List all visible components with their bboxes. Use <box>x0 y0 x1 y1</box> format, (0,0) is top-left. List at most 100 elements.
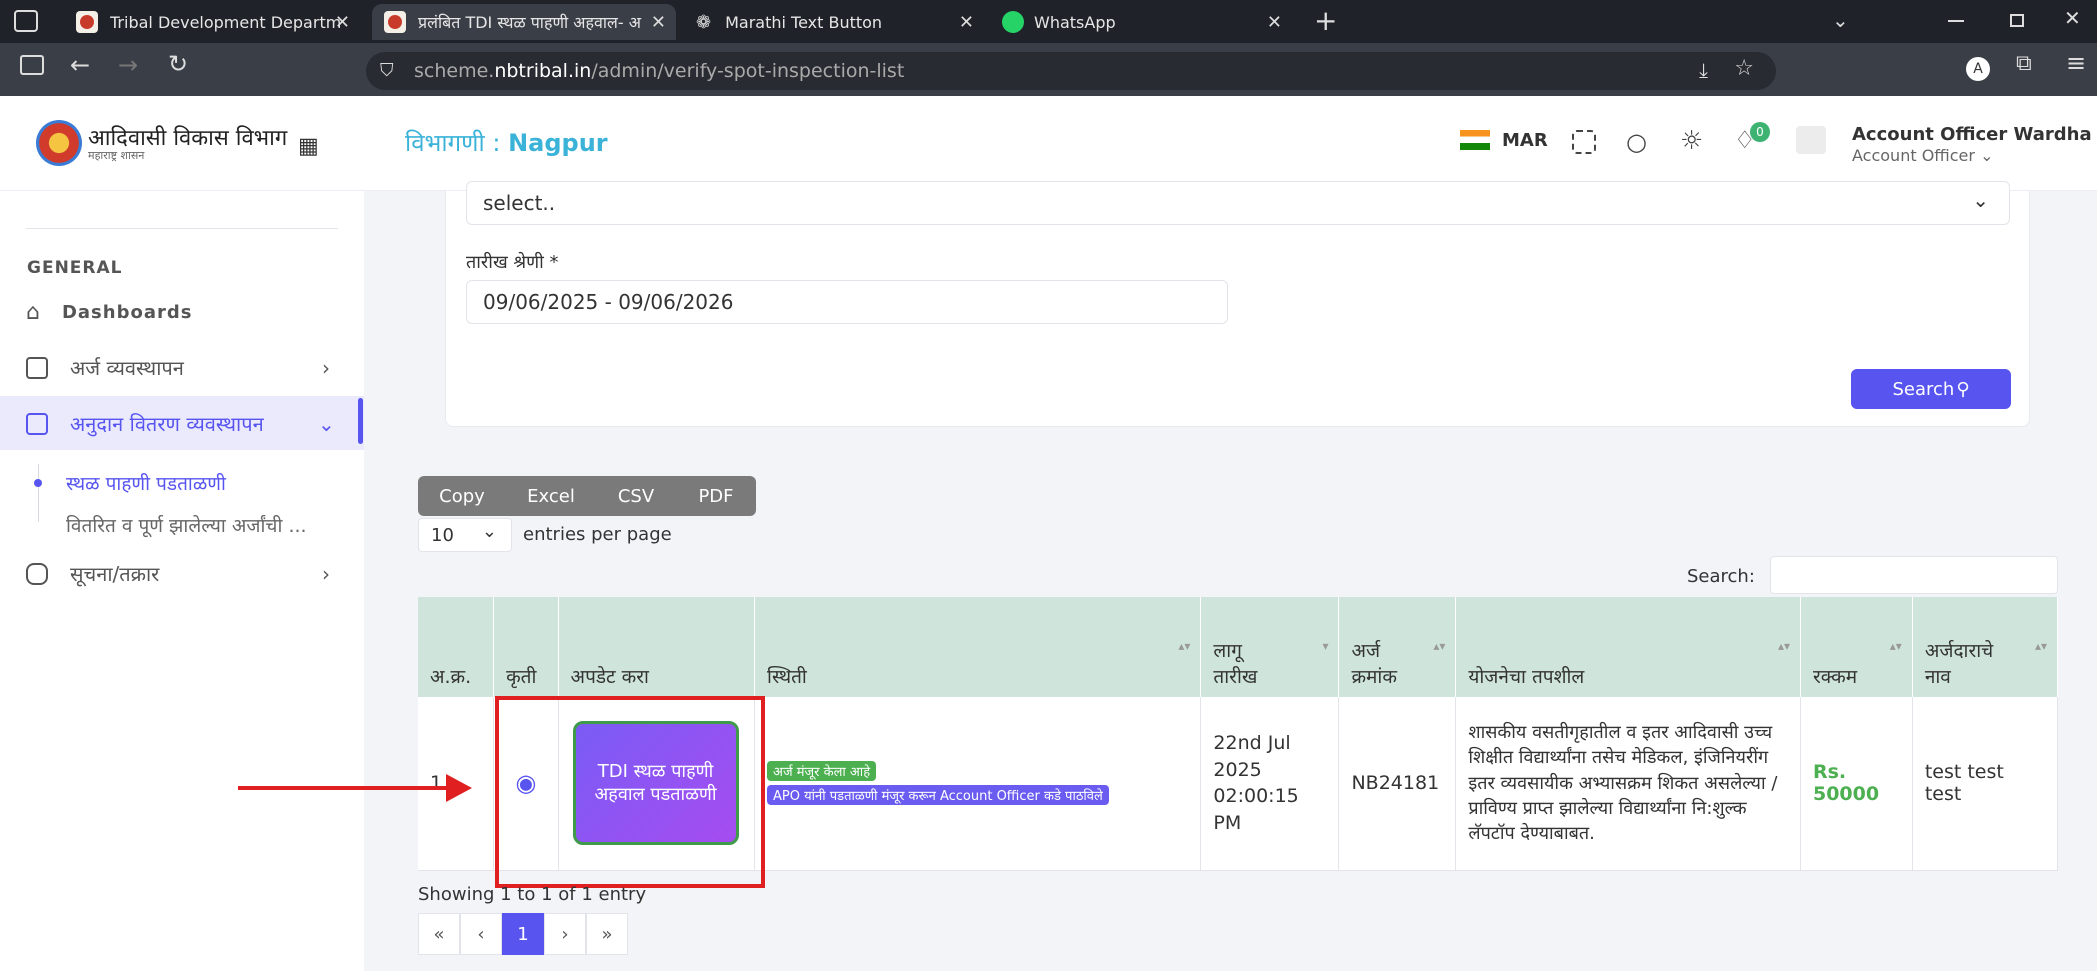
pagination-first[interactable]: « <box>418 913 460 955</box>
user-name: Account Officer Wardha <box>1852 124 2092 145</box>
sidebar-item-grant-distribution[interactable]: अनुदान वितरण व्यवस्थापन ⌄ <box>26 410 335 437</box>
entries-label: entries per page <box>523 524 672 545</box>
profile-avatar-icon[interactable]: A <box>1966 57 1990 81</box>
new-tab-button[interactable]: + <box>1314 4 1337 37</box>
sort-icon: ▴▾ <box>1889 639 1902 653</box>
pointer-arrow-head <box>446 774 472 802</box>
chevron-down-icon: ⌄ <box>481 521 497 542</box>
sort-icon: ▴▾ <box>1433 639 1446 653</box>
install-icon[interactable]: ⤓ <box>1699 58 1708 82</box>
india-flag-icon <box>1460 130 1490 150</box>
pointer-arrow-line <box>238 786 448 790</box>
tab-whatsapp[interactable]: WhatsApp ✕ <box>996 4 1292 40</box>
reload-icon[interactable]: ↻ <box>168 50 188 78</box>
language-selector[interactable]: MAR <box>1502 130 1548 151</box>
url-input[interactable]: ⛉ scheme. nbtribal.in/admin/verify-spot-i… <box>366 52 1776 90</box>
extensions-icon[interactable]: ⧉ <box>2016 51 2032 76</box>
table-search-input[interactable] <box>1770 556 2058 594</box>
sort-icon: ▾ <box>1322 639 1329 653</box>
bookmark-star-icon[interactable]: ☆ <box>1734 56 1754 81</box>
close-icon[interactable]: ✕ <box>335 12 350 33</box>
menu-icon[interactable]: ≡ <box>2066 49 2086 77</box>
search-button[interactable]: Search ⚲ <box>1851 369 2011 409</box>
user-avatar[interactable] <box>1796 126 1826 154</box>
close-icon[interactable]: ✕ <box>959 12 974 33</box>
pagination-page-1[interactable]: 1 <box>502 913 544 955</box>
grid-add-icon <box>26 412 48 435</box>
close-window-icon[interactable]: ✕ <box>2064 6 2081 30</box>
sidebar-item-dashboards[interactable]: ⌂ Dashboards <box>26 300 192 325</box>
logo-subtitle: महाराष्ट्र शासन <box>88 149 145 162</box>
col-header-status[interactable]: स्थिती ▴▾ <box>754 597 1202 697</box>
site-favicon-icon <box>384 11 406 33</box>
browser-tab-bar: Tribal Development Department ✕ प्रलंबित… <box>0 0 2097 43</box>
chevron-down-icon: ⌄ <box>318 411 335 436</box>
chevron-right-icon: › <box>322 355 330 380</box>
sidebar-section-title: GENERAL <box>27 258 123 278</box>
search-icon[interactable]: ○ <box>1626 128 1647 156</box>
close-icon[interactable]: ✕ <box>651 12 666 33</box>
col-header-update[interactable]: अपडेट करा <box>558 597 756 697</box>
tab-spot-inspection[interactable]: प्रलंबित TDI स्थळ पाहणी अहवाल- अ ✕ <box>372 4 676 40</box>
status-badge: APO यांनी पडताळणी मंजूर करून Account Off… <box>767 785 1109 806</box>
cell-amount: Rs. 50000 <box>1800 697 1913 871</box>
cell-date: 22nd Jul 2025 02:00:15 PM <box>1200 697 1340 871</box>
sidebar-item-application-management[interactable]: अर्ज व्यवस्थापन › <box>26 354 330 381</box>
date-range-input[interactable]: 09/06/2025 - 09/06/2026 <box>466 280 1228 324</box>
theme-toggle-icon[interactable]: ☼ <box>1680 126 1703 156</box>
excel-button[interactable]: Excel <box>506 476 596 516</box>
pdf-button[interactable]: PDF <box>676 476 756 516</box>
cell-scheme: शासकीय वसतीगृहातील व इतर आदिवासी उच्च शि… <box>1455 697 1801 871</box>
cell-app-no: NB24181 <box>1338 697 1457 871</box>
site-info-icon[interactable]: ⛉ <box>380 60 394 81</box>
back-icon[interactable]: ← <box>70 51 90 79</box>
copy-button[interactable]: Copy <box>418 476 506 516</box>
pagination-last[interactable]: » <box>586 913 628 955</box>
tab-search-chevron-icon[interactable]: ⌄ <box>1832 8 1849 32</box>
close-icon[interactable]: ✕ <box>1267 12 1282 33</box>
minimize-icon[interactable] <box>1948 20 1964 22</box>
sidebar-toggle-icon[interactable] <box>20 55 44 75</box>
col-header-applicant[interactable]: अर्जदाराचे नाव ▴▾ <box>1912 597 2059 697</box>
sidebar-active-marker <box>358 398 363 444</box>
restore-icon[interactable] <box>2010 14 2024 27</box>
sidebar-item-notice-complaint[interactable]: सूचना/तक्रार › <box>26 560 330 587</box>
tab-tribal-dept[interactable]: Tribal Development Department ✕ <box>64 4 360 40</box>
highlight-box <box>495 696 765 888</box>
table-search-label: Search: <box>1687 566 1755 587</box>
grid-add-icon <box>26 356 48 379</box>
cell-status: अर्ज मंजूर केला आहे APO यांनी पडताळणी मं… <box>754 697 1202 871</box>
inbox-icon <box>26 562 48 585</box>
sidebar-subitem-spot-inspection[interactable]: स्थळ पाहणी पडताळणी <box>66 470 226 496</box>
fullscreen-icon[interactable] <box>1572 130 1596 154</box>
col-header-index[interactable]: अ.क्र. <box>418 597 495 697</box>
app-grid-icon[interactable]: ▦ <box>298 134 319 159</box>
filter-select[interactable]: select.. ⌄ <box>466 181 2010 225</box>
pagination-prev[interactable]: ‹ <box>460 913 502 955</box>
status-badge: अर्ज मंजूर केला आहे <box>767 761 877 782</box>
user-role-dropdown[interactable]: Account Officer ⌄ <box>1852 146 1993 165</box>
csv-button[interactable]: CSV <box>596 476 676 516</box>
tab-overview-icon[interactable] <box>14 10 38 32</box>
col-header-app-no[interactable]: अर्ज क्रमांक ▴▾ <box>1338 597 1457 697</box>
sort-icon: ▴▾ <box>1777 639 1790 653</box>
whatsapp-icon <box>1002 11 1024 33</box>
sidebar-subitem-distributed[interactable]: वितरित व पूर्ण झालेल्या अर्जांची ... <box>66 512 307 538</box>
chevron-down-icon: ⌄ <box>1972 188 1989 212</box>
chevron-right-icon: › <box>322 561 330 586</box>
col-header-amount[interactable]: रक्कम ▴▾ <box>1800 597 1913 697</box>
entries-select[interactable]: 10 ⌄ <box>418 518 512 552</box>
notification-count-badge: 0 <box>1750 122 1770 142</box>
col-header-scheme[interactable]: योजनेचा तपशील ▴▾ <box>1455 597 1801 697</box>
tab-marathi-text-button[interactable]: ❁ Marathi Text Button ✕ <box>688 4 984 40</box>
submenu-line <box>38 464 39 522</box>
chevron-down-icon: ⌄ <box>1980 146 1994 165</box>
col-header-date[interactable]: लागू तारीख ▾ <box>1200 597 1340 697</box>
logo-emblem-icon <box>36 120 82 166</box>
location-pin-icon: ⚲ <box>1956 378 1970 400</box>
forward-icon[interactable]: → <box>118 51 138 79</box>
col-header-action[interactable]: कृती <box>493 597 559 697</box>
home-icon: ⌂ <box>26 300 40 325</box>
pagination-next[interactable]: › <box>544 913 586 955</box>
sort-icon: ▴▾ <box>2034 639 2047 653</box>
